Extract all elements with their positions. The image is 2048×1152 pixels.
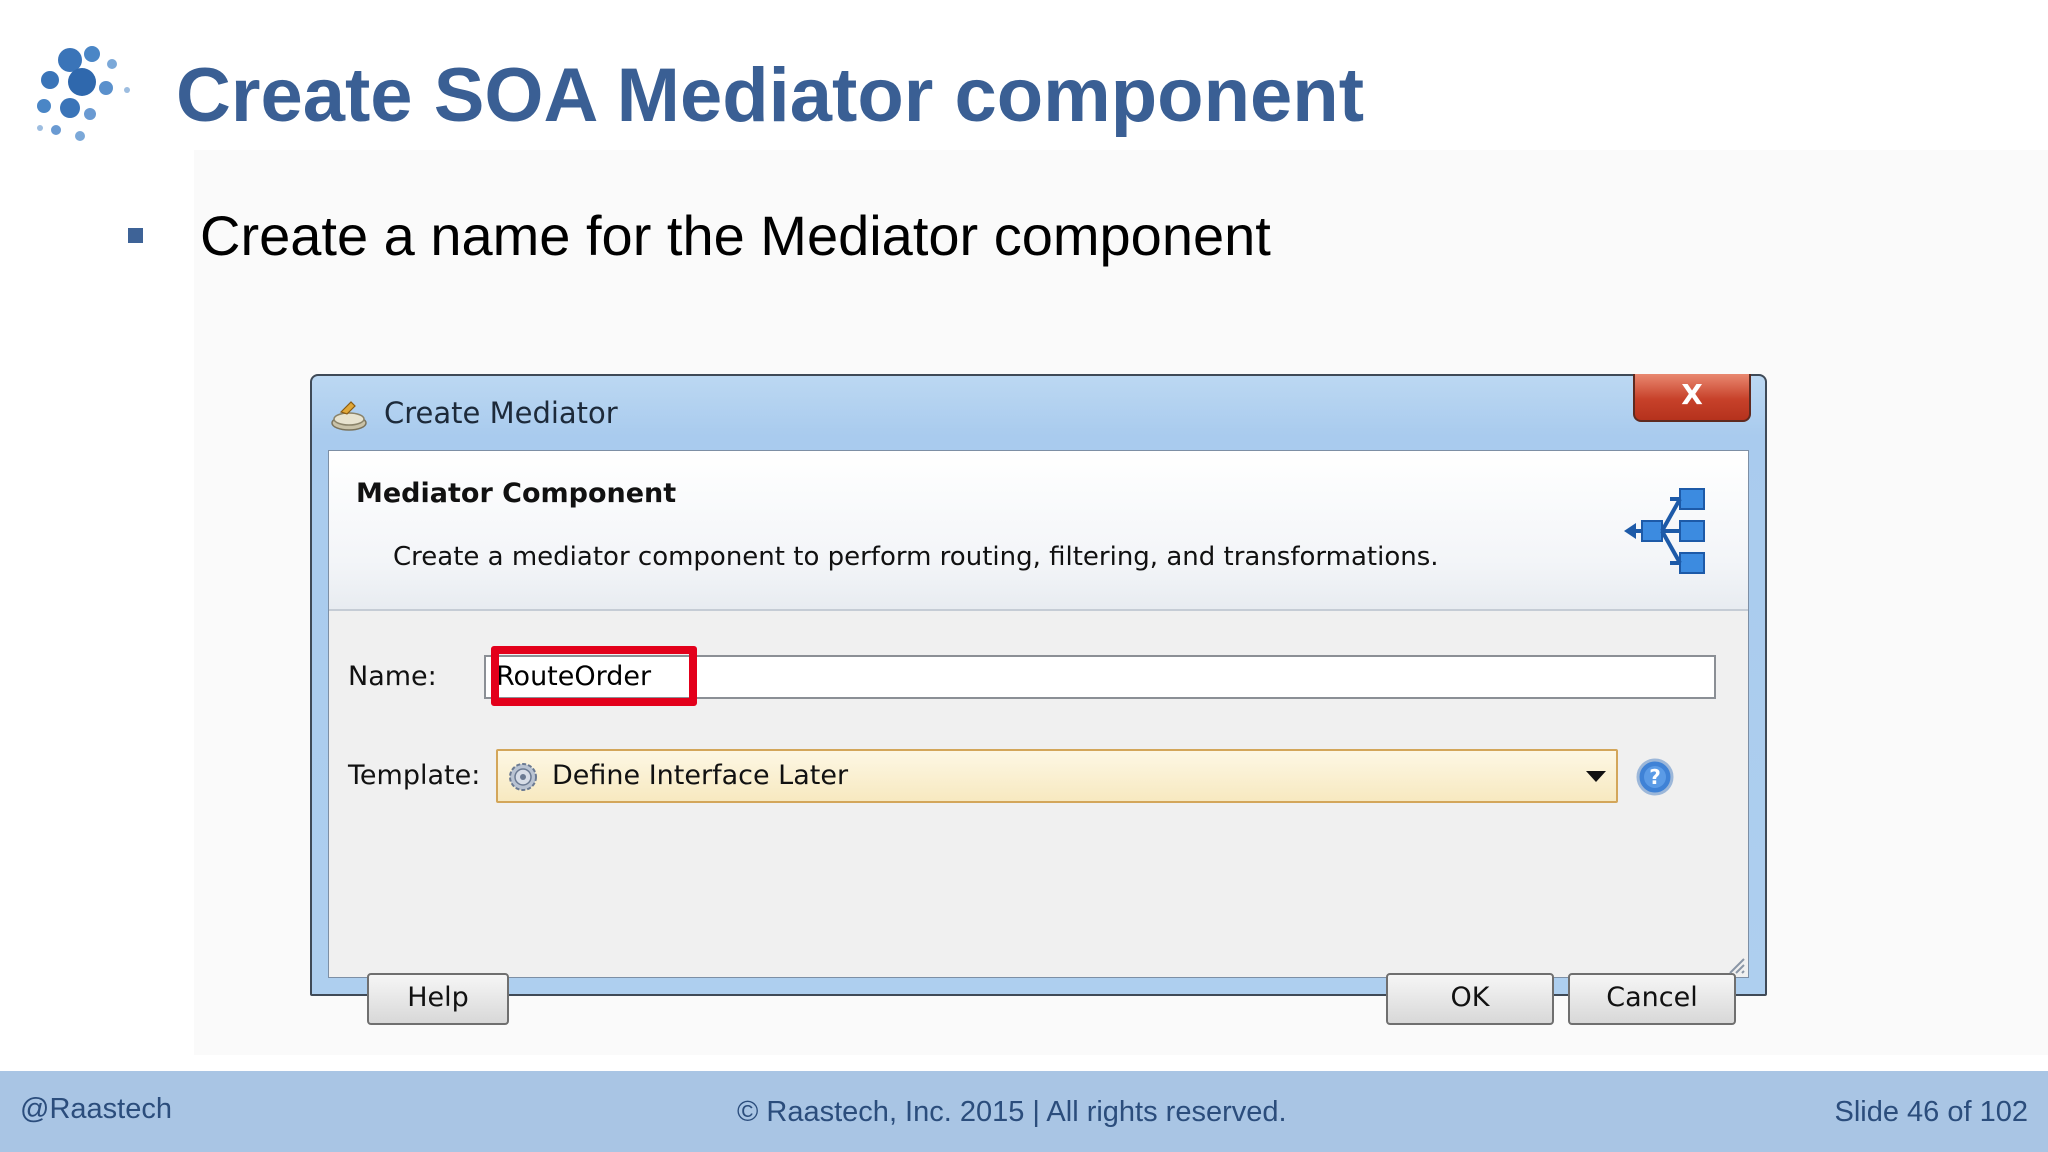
chevron-down-icon[interactable] xyxy=(1586,771,1606,782)
cancel-button[interactable]: Cancel xyxy=(1568,973,1736,1025)
help-icon[interactable]: ? xyxy=(1636,758,1674,796)
mediator-title-icon xyxy=(331,401,367,431)
resize-grip-icon[interactable] xyxy=(1726,955,1746,975)
svg-text:?: ? xyxy=(1649,765,1661,789)
slide-footer: @Raastech © Raastech, Inc. 2015 | All ri… xyxy=(0,1071,2048,1152)
footer-handle: @Raastech xyxy=(20,1093,172,1125)
create-mediator-dialog: Create Mediator X Mediator Component Cre… xyxy=(310,374,1767,1025)
template-select[interactable]: Define Interface Later xyxy=(496,749,1618,803)
help-button[interactable]: Help xyxy=(367,973,509,1025)
header-title: Mediator Component xyxy=(356,478,677,509)
mediator-routing-icon xyxy=(1624,488,1705,574)
template-selected-value: Define Interface Later xyxy=(552,760,849,791)
bullet-text: Create a name for the Mediator component xyxy=(200,204,1271,267)
ok-button[interactable]: OK xyxy=(1386,973,1554,1025)
name-label: Name: xyxy=(348,661,437,692)
dialog-header-panel: Mediator Component Create a mediator com… xyxy=(329,451,1748,611)
header-description: Create a mediator component to perform r… xyxy=(393,542,1439,572)
close-button[interactable]: X xyxy=(1633,374,1751,422)
dialog-title: Create Mediator xyxy=(384,396,618,430)
dialog-client-area: Mediator Component Create a mediator com… xyxy=(328,450,1749,1025)
gear-icon xyxy=(509,763,537,791)
bullet-marker xyxy=(128,228,143,243)
globe-dots-logo-icon xyxy=(37,46,130,141)
name-highlight-box xyxy=(491,646,697,706)
footer-slide-number: Slide 46 of 102 xyxy=(1834,1096,2028,1128)
dialog-titlebar[interactable]: Create Mediator X xyxy=(312,374,1765,448)
slide-title: Create SOA Mediator component xyxy=(176,53,1365,138)
footer-copyright: © Raastech, Inc. 2015 | All rights reser… xyxy=(737,1096,1287,1128)
template-label: Template: xyxy=(348,760,481,791)
